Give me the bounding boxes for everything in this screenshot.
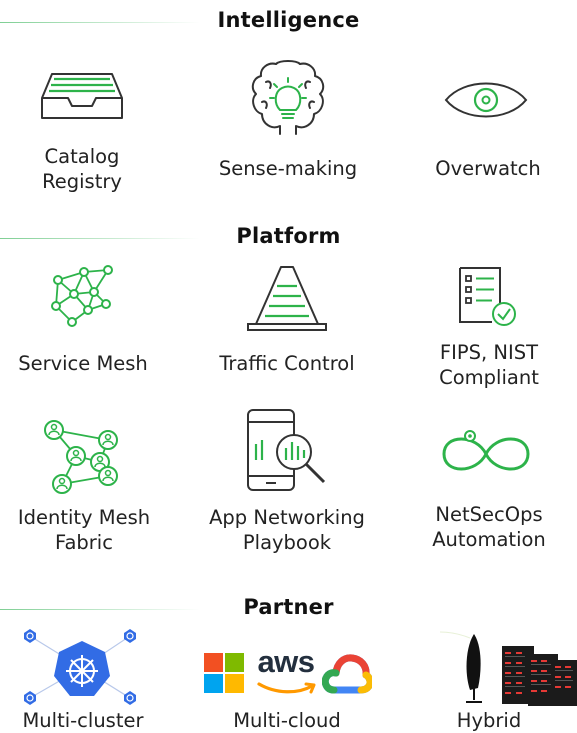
label-multi-cluster: Multi-cluster xyxy=(22,709,144,732)
kubernetes-cluster-icon xyxy=(24,629,136,705)
brain-bulb-icon xyxy=(251,60,325,135)
microsoft-logo-icon xyxy=(204,653,244,693)
traffic-cone-icon xyxy=(247,266,327,331)
service-mesh-network-icon xyxy=(51,265,113,327)
section-title-platform: Platform xyxy=(236,224,341,248)
hybrid-datacenter-icon xyxy=(440,631,577,706)
infinity-automation-icon xyxy=(442,430,530,471)
aws-logo-text: aws xyxy=(257,644,315,679)
eye-icon xyxy=(444,82,528,118)
tray-icon xyxy=(41,73,123,119)
label-overwatch: Overwatch xyxy=(435,157,541,180)
compliance-checklist-icon xyxy=(459,267,516,326)
aws-smile-icon xyxy=(257,682,316,694)
label-hybrid: Hybrid xyxy=(456,709,522,732)
section-title-partner: Partner xyxy=(243,595,334,619)
label-netsecops-automation: NetSecOps Automation xyxy=(432,503,546,551)
label-fips-nist-compliant: FIPS, NIST Compliant xyxy=(439,341,539,389)
label-traffic-control: Traffic Control xyxy=(219,352,355,375)
label-identity-mesh-fabric: Identity Mesh Fabric xyxy=(17,506,151,554)
google-cloud-logo-icon xyxy=(322,654,372,694)
label-app-networking-playbook: App Networking Playbook xyxy=(209,506,365,554)
label-service-mesh: Service Mesh xyxy=(18,352,148,375)
label-catalog-registry: Catalog Registry xyxy=(42,145,122,193)
identity-mesh-icon xyxy=(44,420,118,494)
label-sense-making: Sense-making xyxy=(218,157,358,180)
label-multi-cloud: Multi-cloud xyxy=(233,709,341,732)
app-playbook-icon xyxy=(247,409,326,491)
section-title-intelligence: Intelligence xyxy=(217,8,360,32)
